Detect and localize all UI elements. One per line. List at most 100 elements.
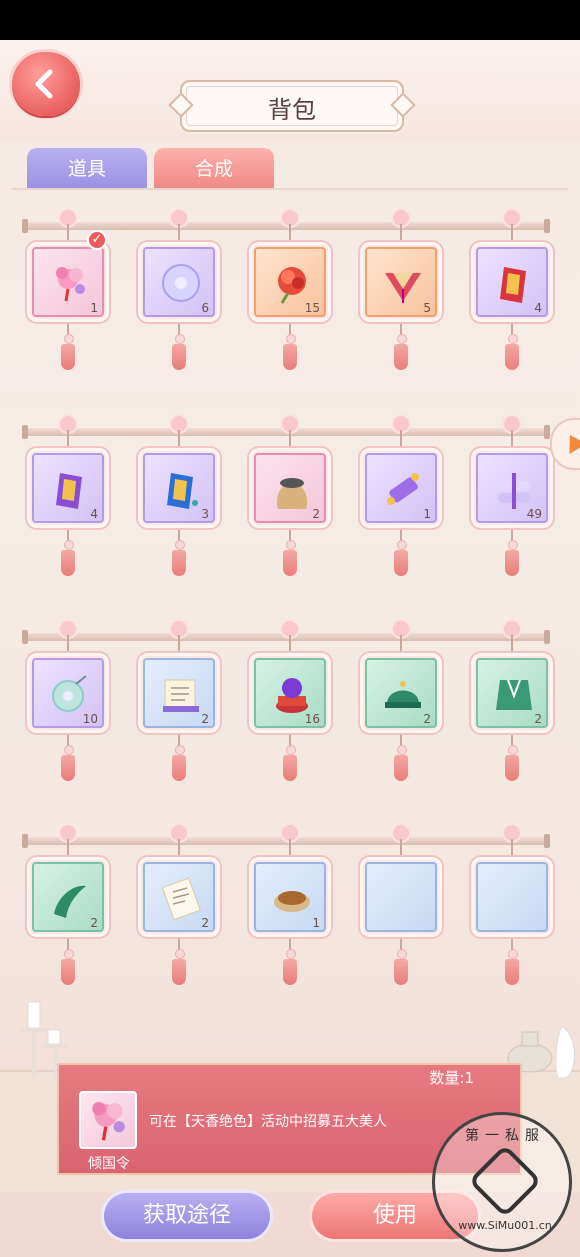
green-ribbon-icon: [54, 885, 86, 918]
peony-flower-icon: [278, 267, 306, 304]
inventory-row: 10 2 16 2 2: [0, 621, 580, 823]
item-count: 2: [201, 916, 209, 930]
item-slot[interactable]: 4: [25, 416, 111, 592]
inventory-row: 4 3 2 1 49: [0, 416, 580, 618]
item-tile: 15: [254, 247, 326, 317]
tassel-icon: [172, 344, 186, 370]
inventory-row: 1 ✓ 6 15 5 4: [0, 210, 580, 412]
item-frame: 4: [469, 240, 555, 324]
item-count: 1: [423, 507, 431, 521]
item-count: 15: [304, 301, 320, 315]
tab-craft[interactable]: 合成: [154, 148, 274, 188]
bead-icon: [286, 540, 296, 550]
item-tile: 16: [254, 658, 326, 728]
item-slot[interactable]: 1: [247, 825, 333, 1001]
item-frame: [469, 855, 555, 939]
item-count: 6: [201, 301, 209, 315]
tassel-icon: [283, 550, 297, 576]
pink-flower-token-icon: [56, 267, 85, 302]
back-button[interactable]: [12, 52, 80, 116]
item-slot[interactable]: 10: [25, 621, 111, 797]
item-slot[interactable]: 1 ✓: [25, 210, 111, 386]
bead-icon: [286, 745, 296, 755]
inventory-row: 2 2 1: [0, 825, 580, 1027]
item-slot[interactable]: 6: [136, 210, 222, 386]
arrow-icon: [561, 430, 580, 454]
bead-icon: [508, 745, 518, 755]
item-tile: 5: [365, 247, 437, 317]
item-tile: [476, 862, 548, 932]
item-frame: 2: [247, 446, 333, 530]
bead-icon: [175, 949, 185, 959]
item-tile: 49: [476, 453, 548, 523]
item-tile: 2: [143, 658, 215, 728]
item-frame: 2: [469, 651, 555, 735]
item-slot[interactable]: 2: [136, 825, 222, 1001]
edict-scroll-icon: [163, 679, 199, 712]
item-tile: 2: [32, 862, 104, 932]
item-slot[interactable]: 16: [247, 621, 333, 797]
empty-slot[interactable]: [358, 825, 444, 1001]
bead-icon: [286, 949, 296, 959]
tassel-icon: [505, 344, 519, 370]
watermark-logo-icon: [468, 1144, 542, 1218]
watermark-bottom-text: www.SiMu001.cn: [458, 1219, 552, 1232]
tassel-icon: [394, 344, 408, 370]
item-tile: 2: [254, 453, 326, 523]
item-frame: 1: [247, 855, 333, 939]
item-slot[interactable]: 1: [358, 416, 444, 592]
tassel-icon: [61, 755, 75, 781]
status-bar: [0, 0, 580, 40]
item-slot[interactable]: 2: [469, 621, 555, 797]
tab-props[interactable]: 道具: [27, 148, 147, 188]
bead-icon: [175, 745, 185, 755]
empty-slot[interactable]: [469, 825, 555, 1001]
tassel-icon: [505, 550, 519, 576]
item-slot[interactable]: 2: [358, 621, 444, 797]
item-tile: 4: [476, 247, 548, 317]
item-count: 1: [312, 916, 320, 930]
item-frame: [358, 855, 444, 939]
bead-icon: [397, 540, 407, 550]
grain-sack-icon: [276, 478, 308, 509]
tassel-icon: [283, 344, 297, 370]
red-tablet-icon: [500, 267, 526, 303]
bead-icon: [508, 540, 518, 550]
item-slot[interactable]: 4: [469, 210, 555, 386]
bead-icon: [397, 949, 407, 959]
item-slot[interactable]: 2: [247, 416, 333, 592]
item-slot[interactable]: 15: [247, 210, 333, 386]
item-tile: 4: [32, 453, 104, 523]
item-description: 可在【天香绝色】活动中招募五大美人: [149, 1114, 387, 1130]
item-slot[interactable]: 5: [358, 210, 444, 386]
item-name: 倾国令: [88, 1156, 130, 1172]
jade-pendant-icon: [52, 675, 87, 712]
purple-orb-icon: [276, 678, 308, 713]
item-count: 2: [423, 712, 431, 726]
letter-paper-icon: [161, 877, 201, 921]
bead-icon: [64, 540, 74, 550]
chevron-left-icon: [35, 69, 53, 99]
official-hat-icon: [385, 681, 421, 708]
tassel-icon: [394, 959, 408, 985]
tassel-icon: [394, 550, 408, 576]
item-frame: 6: [136, 240, 222, 324]
item-frame: 2: [136, 855, 222, 939]
item-count: 49: [526, 507, 542, 521]
red-fan-icon: [385, 273, 421, 303]
item-slot[interactable]: 49: [469, 416, 555, 592]
item-slot[interactable]: 2: [136, 621, 222, 797]
tab-divider: [12, 188, 568, 190]
item-tile: 10: [32, 658, 104, 728]
item-count: 4: [90, 507, 98, 521]
item-tile: 6: [143, 247, 215, 317]
item-count: 2: [534, 712, 542, 726]
tassel-icon: [61, 550, 75, 576]
item-tile: [365, 862, 437, 932]
item-tile: 1: [365, 453, 437, 523]
bead-icon: [508, 949, 518, 959]
get-source-button[interactable]: 获取途径: [104, 1193, 270, 1239]
item-slot[interactable]: 2: [25, 825, 111, 1001]
item-tile: 2: [476, 658, 548, 728]
item-slot[interactable]: 3: [136, 416, 222, 592]
